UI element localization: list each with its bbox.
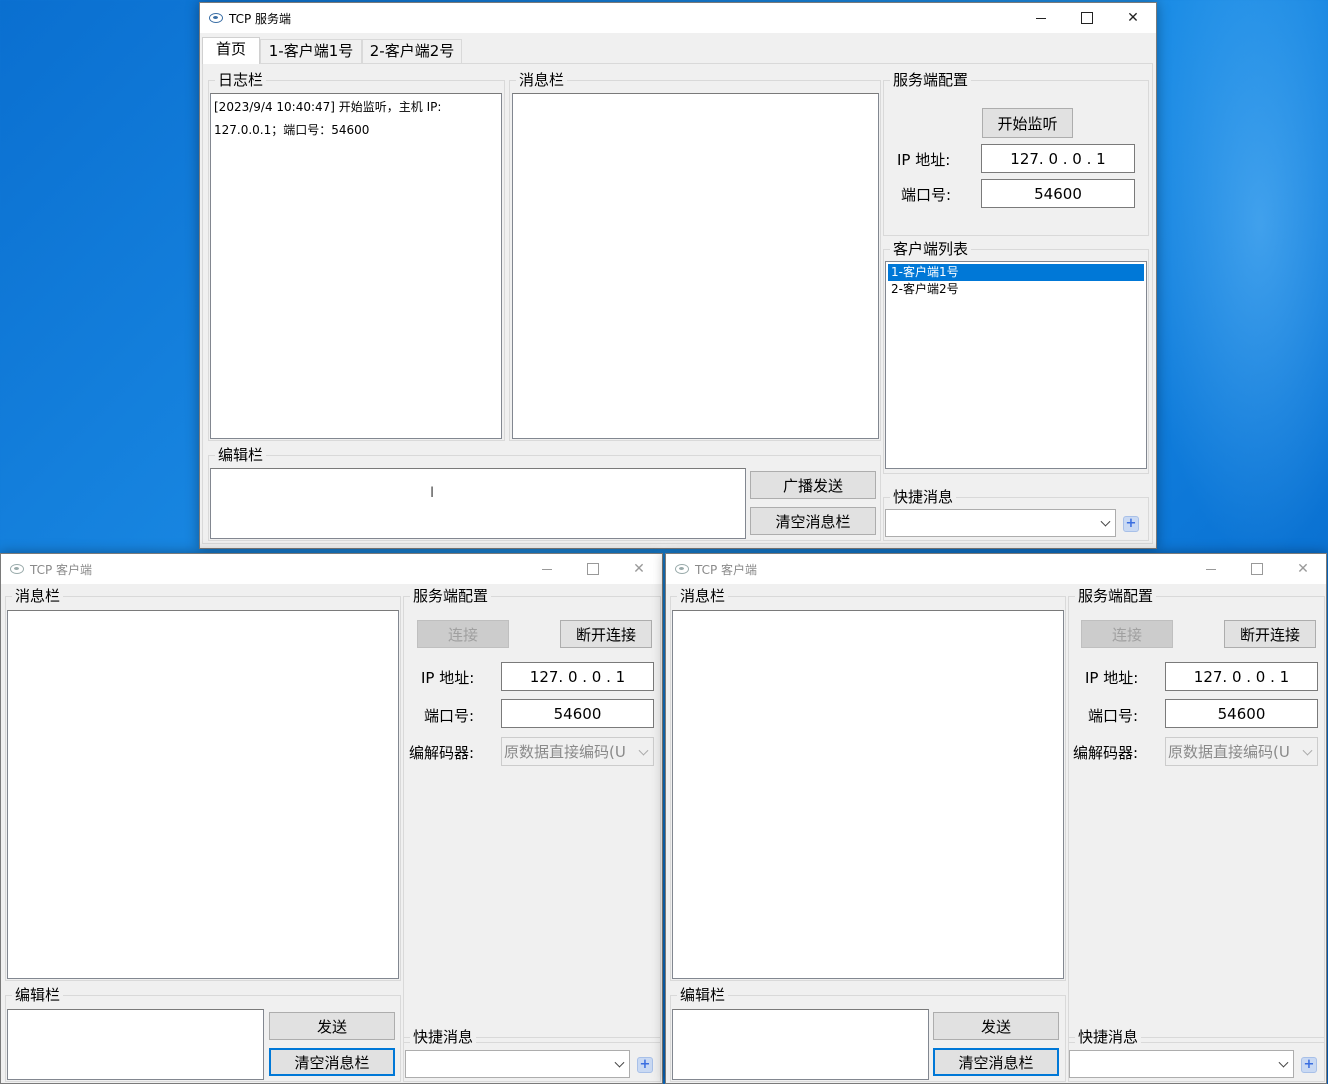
minimize-icon[interactable] xyxy=(524,554,570,584)
quick-message-dropdown[interactable] xyxy=(405,1050,630,1078)
client-list-label: 客户端列表 xyxy=(890,240,972,258)
quick-message-value xyxy=(1072,1051,1271,1077)
message-group-label: 消息栏 xyxy=(12,587,64,605)
send-button[interactable]: 发送 xyxy=(269,1012,395,1040)
port-field[interactable]: 54600 xyxy=(981,179,1135,208)
close-icon[interactable] xyxy=(1110,3,1156,33)
server-window: TCP 服务端 首页 1-客户端1号 2-客户端2号 日志栏 [2023/9/4… xyxy=(199,2,1157,549)
port-label: 端口号: xyxy=(901,186,952,204)
close-icon[interactable] xyxy=(1280,554,1326,584)
codec-dropdown[interactable]: 原数据直接编码(U xyxy=(1165,737,1318,766)
client-titlebar[interactable]: TCP 客户端 xyxy=(666,554,1326,584)
quick-message-label: 快捷消息 xyxy=(1075,1028,1142,1046)
chevron-down-icon xyxy=(614,1057,625,1068)
quick-message-dropdown[interactable] xyxy=(1069,1050,1294,1078)
app-icon xyxy=(209,13,223,23)
edit-group-label: 编辑栏 xyxy=(677,986,729,1004)
codec-value: 原数据直接编码(U xyxy=(504,743,626,761)
broadcast-button[interactable]: 广播发送 xyxy=(750,471,876,499)
server-titlebar[interactable]: TCP 服务端 xyxy=(200,3,1156,33)
log-group-label: 日志栏 xyxy=(215,71,267,89)
quick-message-value xyxy=(888,510,1093,536)
chevron-down-icon xyxy=(1100,516,1111,527)
message-textarea[interactable] xyxy=(512,93,879,439)
client-titlebar[interactable]: TCP 客户端 xyxy=(1,554,662,584)
connect-button[interactable]: 连接 xyxy=(1081,620,1173,648)
quick-message-dropdown[interactable] xyxy=(885,509,1116,537)
log-line: [2023/9/4 10:40:47] 开始监听，主机 IP: xyxy=(214,100,442,114)
list-item[interactable]: 2-客户端2号 xyxy=(888,281,1144,298)
chevron-down-icon xyxy=(638,745,649,756)
port-field[interactable]: 54600 xyxy=(501,699,654,728)
connect-button[interactable]: 连接 xyxy=(417,620,509,648)
close-icon[interactable] xyxy=(616,554,662,584)
port-label: 端口号: xyxy=(424,707,475,725)
maximize-icon[interactable] xyxy=(1064,3,1110,33)
window-title: TCP 服务端 xyxy=(229,11,292,26)
port-label: 端口号: xyxy=(1088,707,1139,725)
app-icon xyxy=(675,564,689,574)
window-title: TCP 客户端 xyxy=(30,562,93,577)
edit-textarea[interactable] xyxy=(7,1009,264,1080)
edit-group-label: 编辑栏 xyxy=(12,986,64,1004)
ip-field[interactable]: 127. 0 . 0 . 1 xyxy=(1165,662,1318,691)
log-line: 127.0.0.1；端口号：54600 xyxy=(214,123,370,137)
client-listbox[interactable]: 1-客户端1号 2-客户端2号 xyxy=(885,261,1147,469)
quick-message-label: 快捷消息 xyxy=(410,1028,477,1046)
ip-label: IP 地址: xyxy=(897,151,951,169)
disconnect-button[interactable]: 断开连接 xyxy=(1224,620,1316,648)
message-textarea[interactable] xyxy=(7,610,399,979)
clear-messages-button[interactable]: 清空消息栏 xyxy=(933,1048,1059,1076)
start-listen-button[interactable]: 开始监听 xyxy=(982,108,1073,138)
codec-label: 编解码器: xyxy=(1073,744,1139,762)
clear-messages-button[interactable]: 清空消息栏 xyxy=(750,507,876,535)
log-textarea[interactable]: [2023/9/4 10:40:47] 开始监听，主机 IP: 127.0.0.… xyxy=(210,93,502,439)
client-window-2: TCP 客户端 消息栏 服务端配置 连接 断开连接 IP 地址: 127. 0 … xyxy=(665,553,1327,1084)
minimize-icon[interactable] xyxy=(1018,3,1064,33)
tab-client-1[interactable]: 1-客户端1号 xyxy=(260,39,362,63)
window-title: TCP 客户端 xyxy=(695,562,758,577)
client-window-1: TCP 客户端 消息栏 服务端配置 连接 断开连接 IP 地址: 127. 0 … xyxy=(0,553,663,1084)
add-quick-message-button[interactable]: + xyxy=(1123,516,1139,532)
add-quick-message-button[interactable]: + xyxy=(637,1057,653,1073)
edit-textarea[interactable] xyxy=(672,1009,929,1080)
server-config-label: 服务端配置 xyxy=(1075,587,1157,605)
tab-client-2[interactable]: 2-客户端2号 xyxy=(362,39,462,63)
desktop-background xyxy=(1140,0,1328,560)
message-group-label: 消息栏 xyxy=(516,71,568,89)
ip-label: IP 地址: xyxy=(421,669,475,687)
add-quick-message-button[interactable]: + xyxy=(1301,1057,1317,1073)
quick-message-label: 快捷消息 xyxy=(890,488,957,506)
chevron-down-icon xyxy=(1278,1057,1289,1068)
edit-group-label: 编辑栏 xyxy=(215,446,267,464)
disconnect-button[interactable]: 断开连接 xyxy=(560,620,652,648)
text-cursor-icon: I xyxy=(430,485,435,501)
codec-dropdown[interactable]: 原数据直接编码(U xyxy=(501,737,654,766)
list-item[interactable]: 1-客户端1号 xyxy=(888,264,1144,281)
chevron-down-icon xyxy=(1302,745,1313,756)
maximize-icon[interactable] xyxy=(570,554,616,584)
message-textarea[interactable] xyxy=(672,610,1064,979)
tab-home[interactable]: 首页 xyxy=(202,37,260,64)
server-config-label: 服务端配置 xyxy=(410,587,492,605)
ip-label: IP 地址: xyxy=(1085,669,1139,687)
port-field[interactable]: 54600 xyxy=(1165,699,1318,728)
clear-messages-button[interactable]: 清空消息栏 xyxy=(269,1048,395,1076)
codec-value: 原数据直接编码(U xyxy=(1168,743,1290,761)
codec-label: 编解码器: xyxy=(409,744,475,762)
edit-textarea[interactable]: I xyxy=(210,468,746,539)
quick-message-value xyxy=(408,1051,607,1077)
maximize-icon[interactable] xyxy=(1234,554,1280,584)
send-button[interactable]: 发送 xyxy=(933,1012,1059,1040)
ip-field[interactable]: 127. 0 . 0 . 1 xyxy=(501,662,654,691)
ip-field[interactable]: 127. 0 . 0 . 1 xyxy=(981,144,1135,173)
server-config-label: 服务端配置 xyxy=(890,71,972,89)
app-icon xyxy=(10,564,24,574)
message-group-label: 消息栏 xyxy=(677,587,729,605)
minimize-icon[interactable] xyxy=(1188,554,1234,584)
